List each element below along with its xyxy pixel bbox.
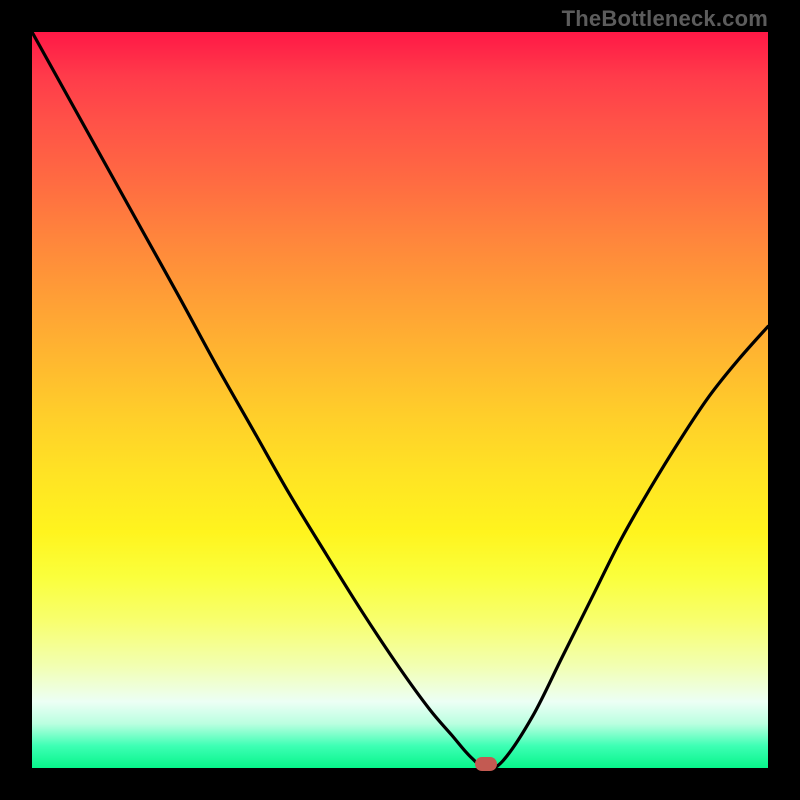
chart-frame: TheBottleneck.com [0, 0, 800, 800]
chart-svg [0, 0, 800, 800]
minimum-marker [475, 757, 497, 771]
bottleneck-curve [32, 32, 768, 769]
